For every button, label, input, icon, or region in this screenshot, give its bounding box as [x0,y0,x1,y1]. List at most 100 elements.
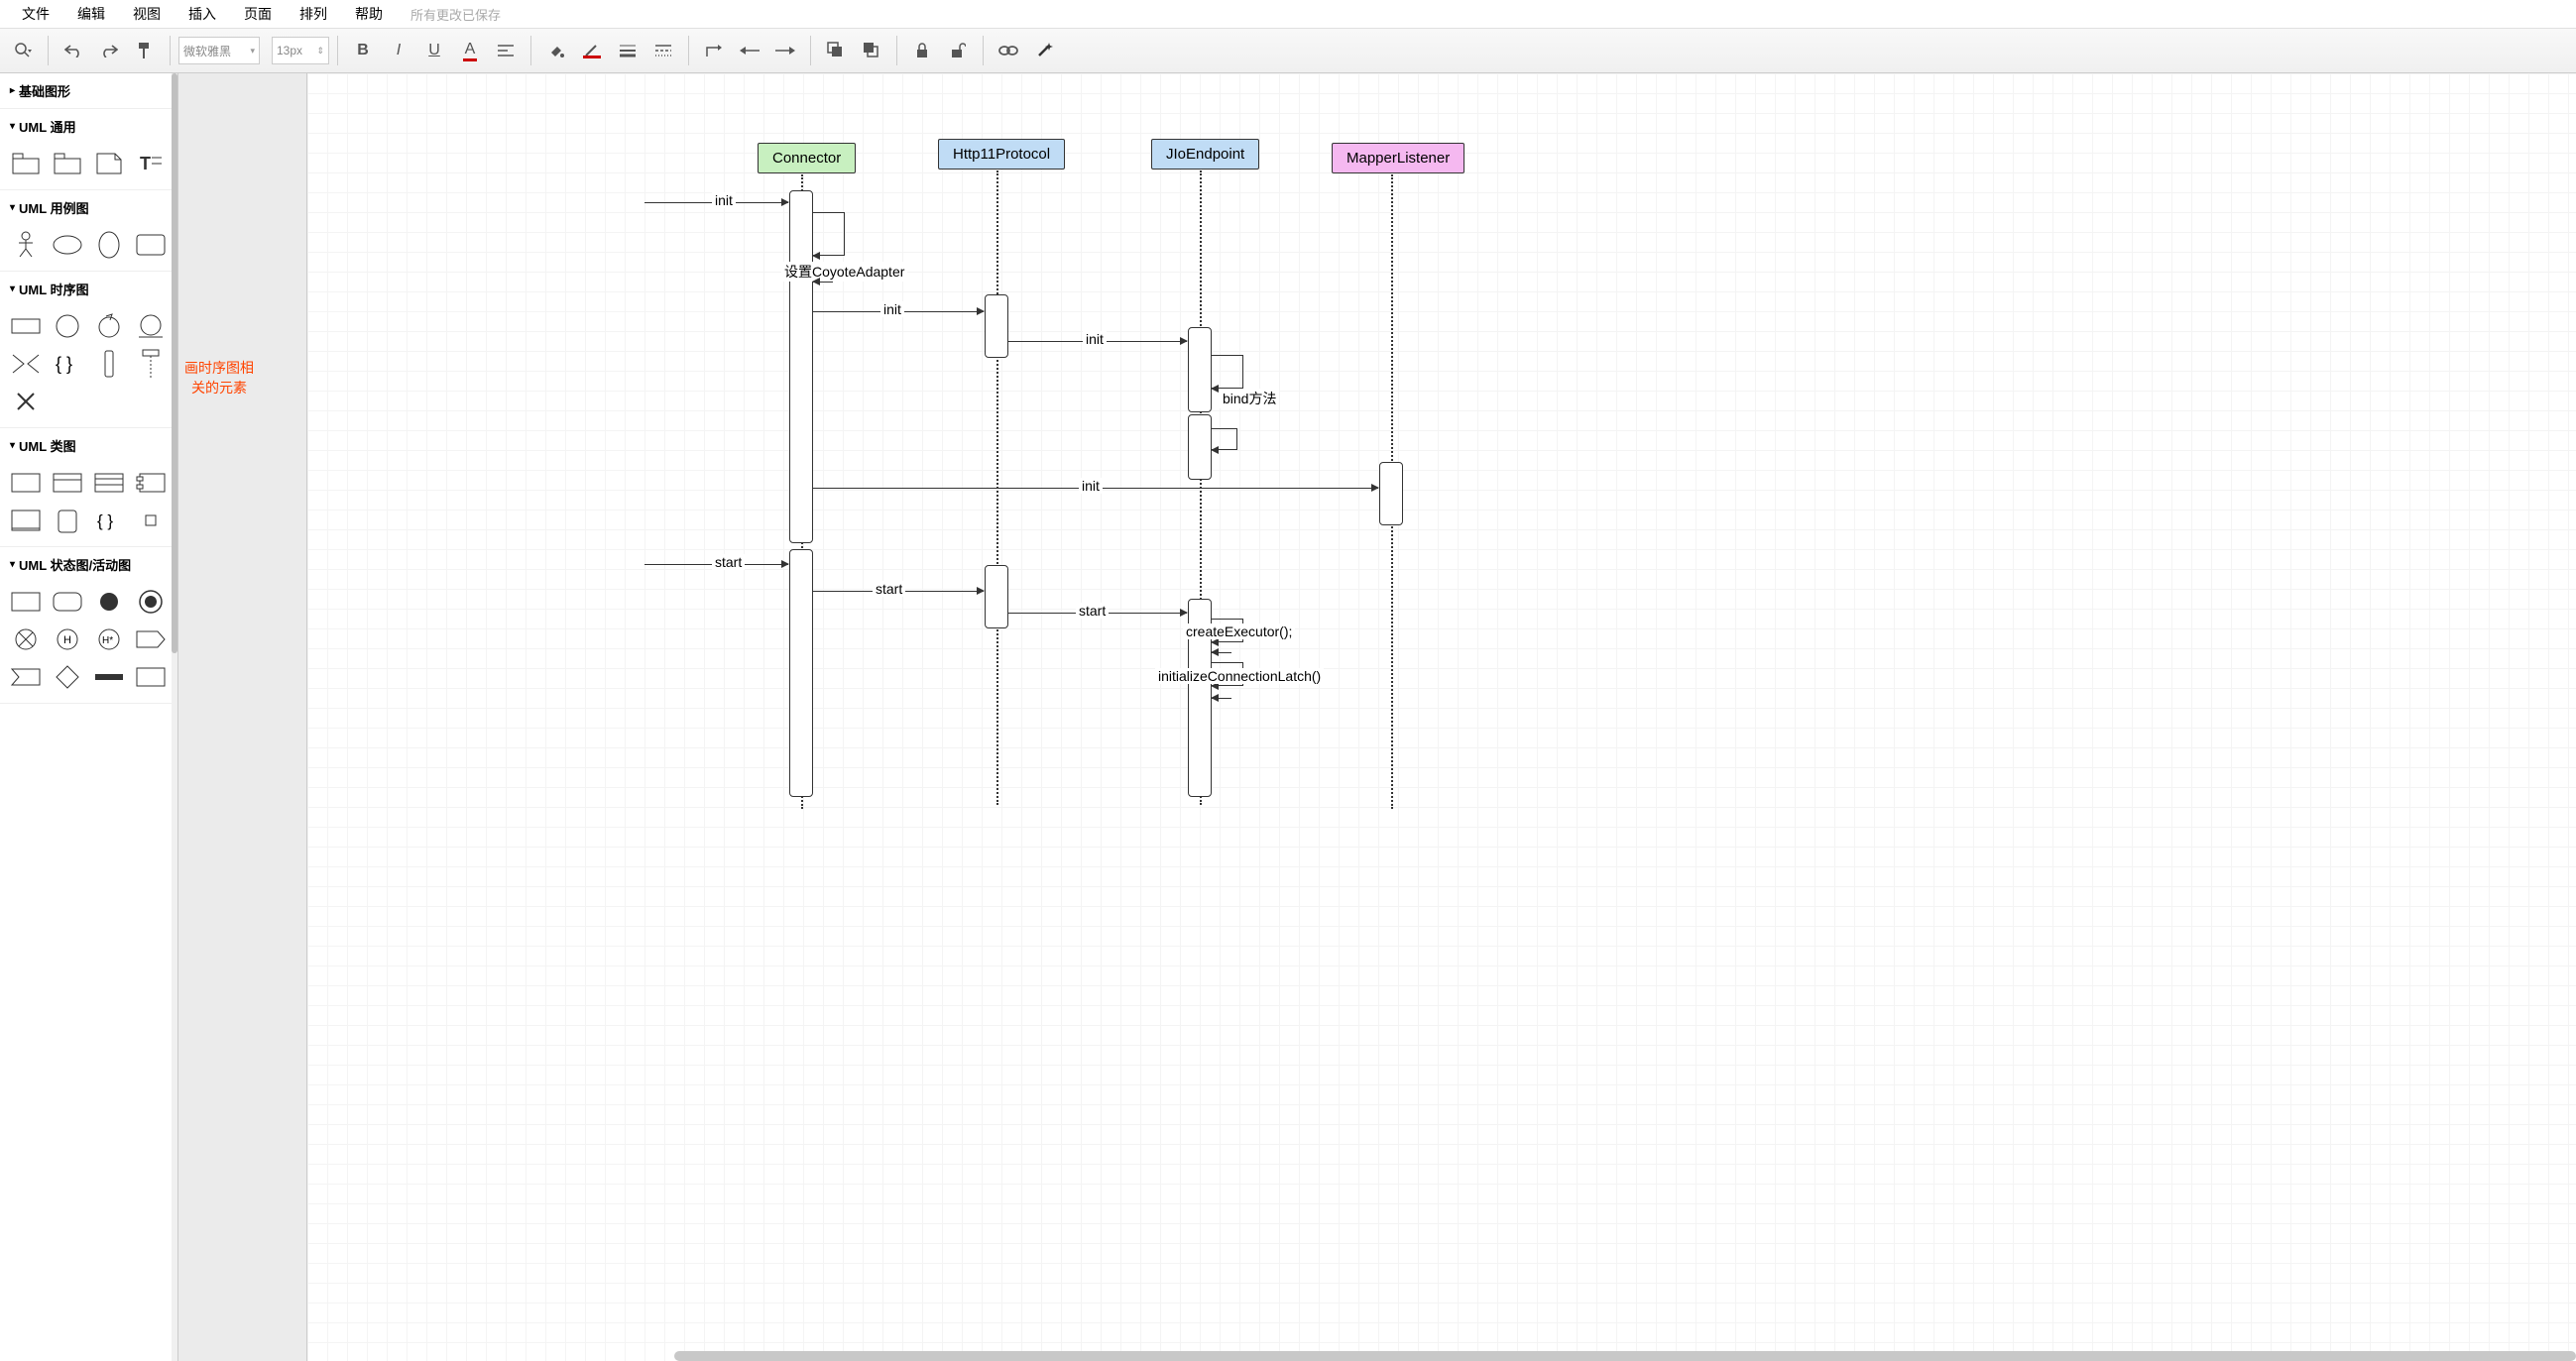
format-painter-button[interactable] [128,34,162,67]
arrow-end-button[interactable] [768,34,802,67]
save-status: 所有更改已保存 [410,5,501,24]
font-color-button[interactable]: A [453,34,487,67]
participant-http11protocol[interactable]: Http11Protocol [938,139,1065,170]
arrow-start-button[interactable] [733,34,766,67]
sidebar-scrollbar[interactable] [172,73,177,1361]
shape-state-rect[interactable] [8,586,44,618]
font-size-select[interactable]: 13px⇕ [272,37,329,64]
undo-button[interactable] [57,34,90,67]
activation-connector-init[interactable] [789,190,813,543]
menu-insert[interactable]: 插入 [175,0,230,28]
menu-help[interactable]: 帮助 [341,0,397,28]
menu-page[interactable]: 页面 [230,0,286,28]
menu-view[interactable]: 视图 [119,0,175,28]
shape-object-node[interactable] [133,661,169,693]
link-button[interactable] [992,34,1025,67]
shape-lifeline[interactable] [133,348,169,380]
self-bind[interactable] [1212,355,1243,389]
shape-interface[interactable] [50,505,85,536]
section-uml-sequence[interactable]: UML 时序图 [0,272,177,306]
connection-style-button[interactable] [697,34,731,67]
activation-mapper-init[interactable] [1379,462,1403,525]
menu-arrange[interactable]: 排列 [286,0,341,28]
redo-button[interactable] [92,34,126,67]
shape-component[interactable] [133,467,169,499]
to-front-button[interactable] [819,34,853,67]
fill-color-button[interactable] [539,34,573,67]
shape-class-3sec[interactable] [91,467,127,499]
shape-initial[interactable] [91,586,127,618]
shape-package[interactable] [8,148,44,179]
shape-receive-signal[interactable] [8,661,44,693]
shape-boundary[interactable] [133,229,169,261]
shape-actor[interactable] [8,229,44,261]
msg-init-ext-label: init [712,192,736,208]
zoom-button[interactable] [6,34,40,67]
bold-button[interactable]: B [346,34,380,67]
menu-file[interactable]: 文件 [8,0,63,28]
shape-entity[interactable] [133,310,169,342]
to-back-button[interactable] [855,34,888,67]
section-uml-usecase[interactable]: UML 用例图 [0,190,177,225]
section-basic-shapes[interactable]: 基础图形 [0,73,177,108]
shape-history-deep[interactable]: H* [91,624,127,655]
activation-http11-init[interactable] [985,294,1008,358]
shape-usecase-ext[interactable] [91,229,127,261]
line-color-button[interactable] [575,34,609,67]
activation-http11-start[interactable] [985,565,1008,628]
italic-button[interactable]: I [382,34,415,67]
shape-text[interactable]: T [133,148,169,179]
shape-activation[interactable] [91,348,127,380]
self-createexec-ret[interactable] [1212,652,1231,653]
participant-jioendpoint[interactable]: JIoEndpoint [1151,139,1259,170]
shape-decision[interactable] [50,661,85,693]
participant-connector[interactable]: Connector [758,143,856,173]
shape-send-signal[interactable] [133,624,169,655]
font-family-select[interactable]: 微软雅黑▾ [178,37,260,64]
shape-lifeline-circle[interactable] [50,310,85,342]
self-bind-ret[interactable] [1212,428,1237,450]
activation-jio-init[interactable] [1188,327,1212,412]
activation-connector-start[interactable] [789,549,813,797]
shape-usecase[interactable] [50,229,85,261]
shape-destroy[interactable] [8,386,44,417]
shape-control[interactable] [91,310,127,342]
line-dash-button[interactable] [646,34,680,67]
self-setadapter[interactable] [813,212,845,256]
unlock-button[interactable] [941,34,975,67]
align-button[interactable] [489,34,523,67]
svg-text:H: H [63,634,71,646]
shape-class[interactable] [8,467,44,499]
participant-mapperlistener[interactable]: MapperListener [1332,143,1464,173]
activation-jio-bind[interactable] [1188,414,1212,480]
menu-edit[interactable]: 编辑 [63,0,119,28]
shape-history[interactable]: H [50,624,85,655]
shape-terminate[interactable] [8,624,44,655]
shape-package-2[interactable] [50,148,85,179]
self-createexec-label: createExecutor(); [1183,624,1295,639]
shape-lifeline-header[interactable] [8,310,44,342]
shape-bracket[interactable]: { } [91,505,127,536]
shape-class-2sec[interactable] [50,467,85,499]
section-uml-common[interactable]: UML 通用 [0,109,177,144]
canvas[interactable]: Connector Http11Protocol JIoEndpoint Map… [307,73,2576,1361]
horizontal-scrollbar[interactable] [674,1351,2576,1361]
shape-fork[interactable] [91,661,127,693]
underline-button[interactable]: U [417,34,451,67]
section-uml-state[interactable]: UML 状态图/活动图 [0,547,177,582]
shape-object[interactable] [8,505,44,536]
shape-note[interactable] [91,148,127,179]
magic-wand-button[interactable] [1027,34,1061,67]
shape-state-round[interactable] [50,586,85,618]
annotation-sequence: 画时序图相 关的元素 [184,359,254,397]
section-uml-class[interactable]: UML 类图 [0,428,177,463]
self-setadapter-return[interactable] [813,282,833,283]
shape-constraint[interactable] [8,348,44,380]
self-initlatch-ret[interactable] [1212,698,1231,699]
line-style-button[interactable] [611,34,644,67]
shape-final[interactable] [133,586,169,618]
shape-alt-fragment[interactable]: { } [50,348,85,380]
shape-port[interactable] [133,505,169,536]
msg-init-http-label: init [880,301,904,317]
lock-button[interactable] [905,34,939,67]
